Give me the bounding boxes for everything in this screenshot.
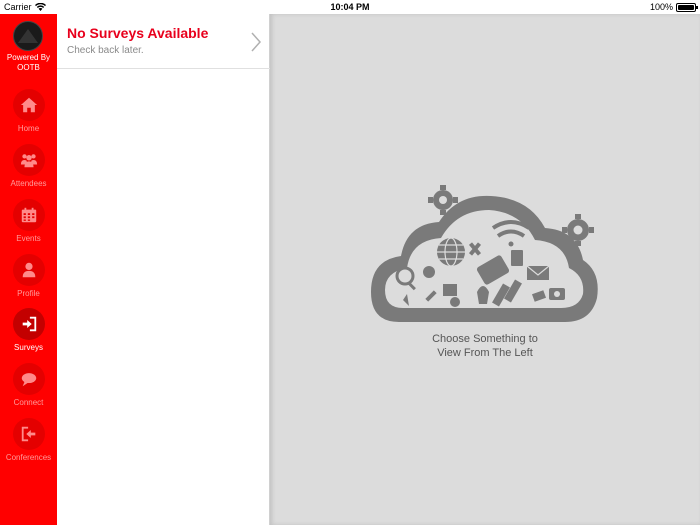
battery-icon	[676, 2, 698, 12]
survey-row-title: No Surveys Available	[67, 25, 209, 41]
list-item[interactable]: No Surveys Available Check back later.	[57, 14, 270, 69]
sidebar-item-events[interactable]: Events	[0, 199, 57, 251]
clock: 10:04 PM	[330, 2, 370, 12]
people-icon	[12, 144, 45, 176]
battery-percent: 100%	[649, 2, 673, 12]
cloud-tech-icon	[371, 185, 598, 322]
ootb-logo[interactable]	[13, 21, 43, 51]
sidebar-item-conferences[interactable]: Conferences	[0, 418, 57, 470]
home-icon	[12, 89, 45, 121]
sidebar-item-label: Events	[16, 234, 41, 243]
sidebar-item-label: Home	[17, 124, 40, 133]
detail-panel: Choose Something to View From The Left	[270, 14, 700, 525]
calendar-icon	[12, 199, 45, 231]
status-bar: Carrier 10:04 PM 100%	[0, 0, 700, 14]
powered-by-label: Powered By OOTB	[0, 53, 57, 73]
survey-list-panel: No Surveys Available Check back later.	[57, 14, 270, 525]
sidebar-item-label: Conferences	[5, 453, 52, 462]
battery-indicator: 100%	[649, 0, 698, 14]
chevron-right-icon	[251, 32, 262, 52]
sidebar-item-label: Attendees	[10, 179, 47, 188]
sidebar: Powered By OOTB Home Attendees Events Pr…	[0, 14, 57, 525]
survey-row-subtitle: Check back later.	[67, 45, 144, 56]
person-icon	[12, 254, 45, 286]
sidebar-item-connect[interactable]: Connect	[0, 363, 57, 415]
exit-icon	[12, 418, 45, 450]
sidebar-item-profile[interactable]: Profile	[0, 254, 57, 306]
empty-state-message: Choose Something to View From The Left	[432, 333, 538, 359]
sidebar-item-home[interactable]: Home	[0, 89, 57, 141]
sidebar-item-attendees[interactable]: Attendees	[0, 144, 57, 196]
sidebar-item-label: Connect	[13, 398, 44, 407]
sidebar-item-label: Profile	[17, 289, 40, 298]
sidebar-item-surveys[interactable]: Surveys	[0, 308, 57, 360]
powered-by-text: Powered By OOTB	[6, 53, 51, 72]
sidebar-item-label: Surveys	[14, 343, 43, 352]
sign-in-icon	[12, 308, 45, 340]
chat-bubble-icon	[12, 363, 45, 395]
